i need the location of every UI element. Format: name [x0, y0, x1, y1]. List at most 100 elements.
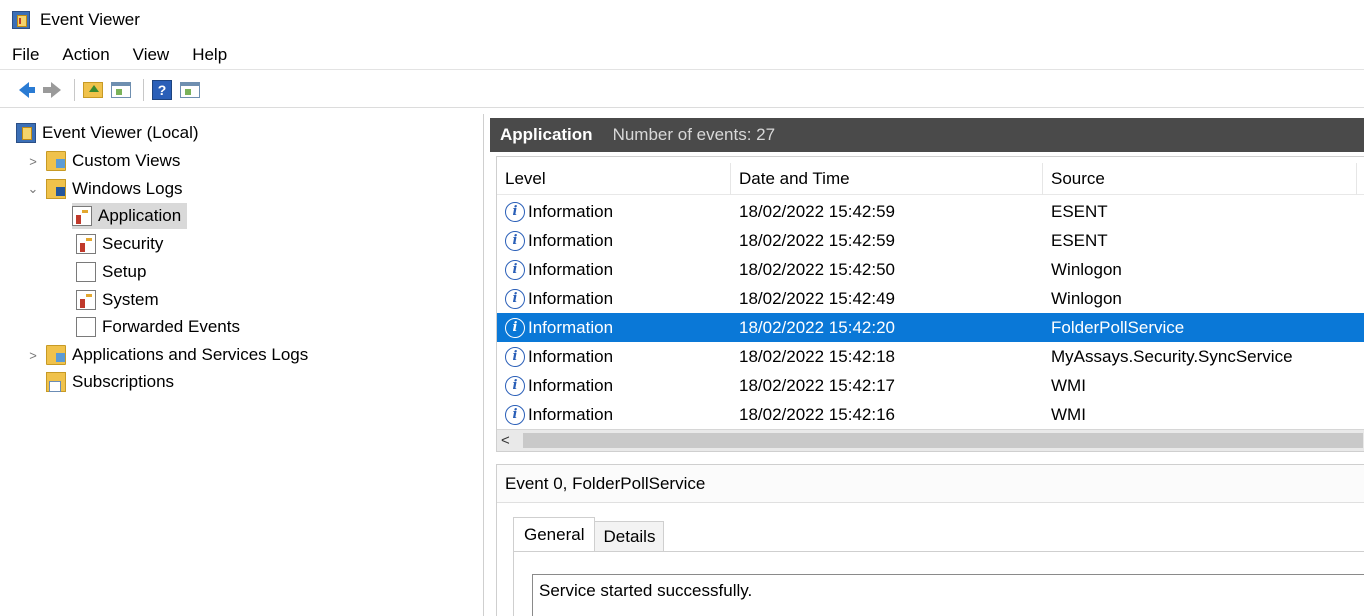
level-text: Information [528, 230, 614, 250]
information-icon: i [505, 288, 525, 309]
date-time-cell: 18/02/2022 15:42:49 [739, 288, 895, 308]
table-row[interactable]: i Information 18/02/2022 15:42:16 WMI [497, 400, 1364, 429]
level-text: Information [528, 288, 614, 308]
up-one-level-button[interactable] [81, 78, 105, 102]
scrollbar-thumb[interactable] [523, 433, 1363, 448]
source-cell: Winlogon [1051, 288, 1122, 308]
level-text: Information [528, 317, 614, 337]
console-tree-icon [111, 81, 131, 98]
date-time-cell: 18/02/2022 15:42:59 [739, 230, 895, 250]
event-message[interactable]: Service started successfully. [532, 574, 1364, 616]
window-title: Event Viewer [40, 10, 140, 29]
help-button[interactable]: ? [150, 78, 174, 102]
tree-node-setup[interactable]: Setup [76, 259, 146, 285]
table-row[interactable]: i Information 18/02/2022 15:42:49 Winlogon [497, 284, 1364, 313]
table-row[interactable]: i Information 18/02/2022 15:42:59 ESENT [497, 226, 1364, 255]
toolbar: ? [0, 72, 1364, 108]
folder-icon [46, 345, 66, 365]
tree-node-forwarded-events[interactable]: Forwarded Events [76, 314, 240, 340]
tree-node-root[interactable]: Event Viewer (Local) [16, 120, 199, 146]
log-icon [76, 290, 96, 310]
forward-button[interactable] [40, 78, 64, 102]
level-text: Information [528, 375, 614, 395]
detail-tabs: General Details [513, 517, 665, 551]
log-icon [76, 234, 96, 254]
information-icon: i [505, 375, 525, 396]
events-table: Level Date and Time Source i Information 1… [496, 156, 1364, 452]
table-row[interactable]: i Information 18/02/2022 15:42:50 Winlogon [497, 255, 1364, 284]
tree-node-label: Forwarded Events [102, 317, 240, 336]
tree-node-label: Event Viewer (Local) [42, 123, 199, 142]
tree-node-application[interactable]: Application [72, 203, 188, 229]
table-row[interactable]: i Information 18/02/2022 15:42:18 MyAssays.… [497, 342, 1364, 371]
show-hide-console-tree-button[interactable] [109, 78, 133, 102]
information-icon: i [505, 259, 525, 280]
chevron-right-icon[interactable]: > [26, 345, 40, 365]
information-icon: i [505, 404, 525, 425]
menu-help[interactable]: Help [190, 43, 229, 67]
date-time-cell: 18/02/2022 15:42:17 [739, 375, 895, 395]
tab-general[interactable]: General [513, 517, 596, 551]
log-icon [72, 206, 92, 226]
table-header: Level Date and Time Source [497, 163, 1364, 195]
tree-node-custom-views[interactable]: > Custom Views [26, 148, 180, 174]
level-text: Information [528, 404, 614, 424]
level-cell: i Information [505, 255, 613, 284]
information-icon: i [505, 201, 525, 222]
level-text: Information [528, 346, 614, 366]
table-row[interactable]: i Information 18/02/2022 15:42:17 WMI [497, 371, 1364, 400]
date-time-cell: 18/02/2022 15:42:16 [739, 404, 895, 424]
level-cell: i Information [505, 371, 613, 400]
show-hide-action-pane-button[interactable] [178, 78, 202, 102]
source-cell: ESENT [1051, 230, 1108, 250]
help-icon: ? [152, 79, 172, 100]
level-text: Information [528, 259, 614, 279]
subscriptions-icon [46, 372, 66, 392]
level-cell: i Information [505, 284, 613, 313]
menu-view[interactable]: View [131, 43, 172, 67]
menu-action[interactable]: Action [60, 43, 111, 67]
source-cell: Winlogon [1051, 259, 1122, 279]
tab-details[interactable]: Details [594, 521, 665, 551]
tree-node-system[interactable]: System [76, 287, 159, 313]
menu-file[interactable]: File [10, 43, 41, 67]
information-icon: i [505, 317, 525, 338]
scroll-left-arrow-icon[interactable]: < [501, 432, 510, 449]
back-arrow-icon [19, 81, 35, 98]
folder-icon [46, 151, 66, 171]
content-pane: Application Number of events: 27 Level D… [490, 114, 1364, 616]
menu-bar: File Action View Help [0, 40, 1364, 70]
column-header-source[interactable]: Source [1043, 163, 1357, 195]
folder-up-icon [83, 81, 103, 98]
tree-node-subscriptions[interactable]: Subscriptions [46, 369, 174, 395]
tree-node-windows-logs[interactable]: ⌄ Windows Logs [26, 176, 183, 202]
log-header-bar: Application Number of events: 27 [490, 118, 1364, 152]
tree-node-label: Application [98, 206, 182, 225]
log-title: Application [500, 125, 593, 144]
log-icon [76, 317, 96, 337]
back-button[interactable] [12, 78, 36, 102]
tree-node-label: Windows Logs [72, 179, 183, 198]
column-header-date-time[interactable]: Date and Time [731, 163, 1043, 195]
chevron-down-icon[interactable]: ⌄ [26, 179, 40, 199]
level-cell: i Information [505, 197, 613, 226]
table-row[interactable]: i Information 18/02/2022 15:42:20 FolderPol… [497, 313, 1364, 342]
toolbar-separator [74, 78, 75, 101]
tree-node-security[interactable]: Security [76, 231, 163, 257]
action-pane-icon [180, 81, 200, 98]
source-cell: WMI [1051, 404, 1086, 424]
chevron-right-icon[interactable]: > [26, 151, 40, 171]
horizontal-scrollbar[interactable]: < [497, 429, 1364, 451]
tree-node-label: Applications and Services Logs [72, 345, 309, 364]
windows-logs-folder-icon [46, 179, 66, 199]
tree-node-apps-services-logs[interactable]: > Applications and Services Logs [26, 342, 308, 368]
level-cell: i Information [505, 342, 613, 371]
forward-arrow-icon [43, 81, 61, 98]
date-time-cell: 18/02/2022 15:42:20 [739, 317, 895, 337]
tree-node-label: Security [102, 234, 164, 253]
table-row[interactable]: i Information 18/02/2022 15:42:59 ESENT [497, 197, 1364, 226]
log-icon [76, 262, 96, 282]
column-header-level[interactable]: Level [497, 163, 731, 195]
title-bar: Event Viewer [0, 0, 1364, 40]
event-detail-pane: Event 0, FolderPollService General Detai… [496, 464, 1364, 616]
